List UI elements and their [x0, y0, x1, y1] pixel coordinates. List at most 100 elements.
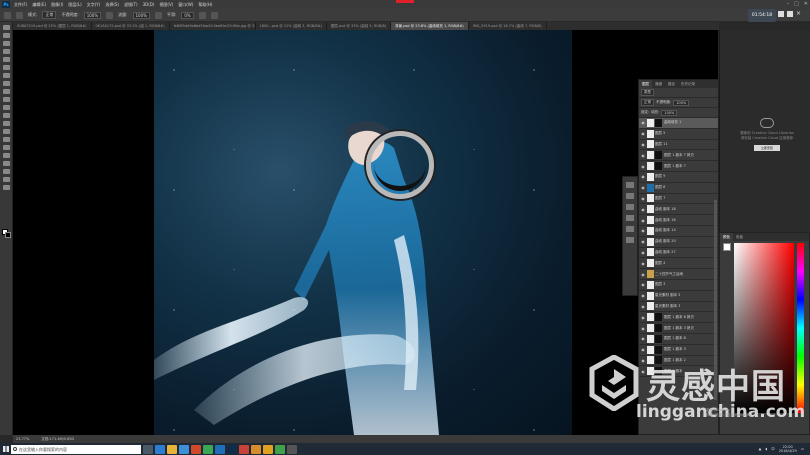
background-color-swatch[interactable]: [5, 232, 11, 238]
layer-mask-thumbnail[interactable]: [655, 345, 662, 354]
flow-input[interactable]: 100%: [132, 11, 150, 19]
doc-tab[interactable]: 0K1A0172.psd @ 33.3% (组 1, RGB/8#): [92, 22, 170, 30]
visibility-eye-icon[interactable]: ◉: [639, 174, 647, 179]
hue-slider[interactable]: [797, 243, 804, 413]
visibility-eye-icon[interactable]: ◉: [639, 164, 647, 169]
menu-type[interactable]: 文字(Y): [87, 2, 101, 8]
visibility-eye-icon[interactable]: ◉: [639, 153, 647, 158]
move-tool-icon[interactable]: [2, 25, 10, 30]
menu-help[interactable]: 帮助(H): [198, 2, 212, 8]
adjustments-icon[interactable]: [626, 193, 634, 199]
visibility-eye-icon[interactable]: ◉: [639, 142, 647, 147]
zoom-level[interactable]: 23.77%: [16, 437, 29, 441]
layer-mask-thumbnail[interactable]: [655, 162, 662, 171]
taskbar-clock[interactable]: 22:00 2018/4/29: [779, 445, 797, 454]
layer-opacity-input[interactable]: 100%: [673, 99, 690, 106]
zoom-tool-icon[interactable]: [2, 177, 10, 182]
lasso-tool-icon[interactable]: [2, 41, 10, 46]
airbrush-icon[interactable]: [154, 11, 162, 19]
visibility-eye-icon[interactable]: ◉: [639, 326, 647, 331]
app-icon[interactable]: [191, 444, 201, 454]
gradient-tool-icon[interactable]: [2, 113, 10, 118]
task-view-icon[interactable]: [143, 444, 153, 454]
layer-mask-thumbnail[interactable]: [655, 313, 662, 322]
layer-mask-thumbnail[interactable]: [655, 151, 662, 160]
wechat-icon[interactable]: [275, 444, 285, 454]
crop-tool-icon[interactable]: [2, 57, 10, 62]
visibility-eye-icon[interactable]: ◉: [639, 293, 647, 298]
close-recorder-icon[interactable]: ×: [796, 11, 802, 17]
swatches-icon[interactable]: [626, 204, 634, 210]
close-icon[interactable]: ✕: [804, 1, 808, 7]
doc-tab[interactable]: fe8f85dd9a8bd5faa2fc3be69a37c9bb.jpg @ 3…: [170, 22, 256, 30]
layer-mask-thumbnail[interactable]: [655, 118, 662, 127]
file-explorer-icon[interactable]: [167, 444, 177, 454]
ime-indicator[interactable]: 中: [771, 447, 775, 452]
layer-row[interactable]: ◉ 图层 1 副本 3: [639, 345, 718, 356]
layer-mask-thumbnail[interactable]: [655, 324, 662, 333]
layer-mask-thumbnail[interactable]: [655, 334, 662, 343]
tab-swatches[interactable]: 色板: [733, 233, 746, 241]
blur-tool-icon[interactable]: [2, 121, 10, 126]
cc-install-button[interactable]: 立即安装: [754, 145, 780, 151]
type-tool-icon[interactable]: [2, 145, 10, 150]
tab-color[interactable]: 颜色: [720, 233, 733, 241]
layer-row[interactable]: ◉ 曲线 副本 27: [639, 248, 718, 259]
visibility-eye-icon[interactable]: ◉: [639, 131, 647, 136]
visibility-eye-icon[interactable]: ◉: [639, 239, 647, 244]
visibility-eye-icon[interactable]: ◉: [639, 304, 647, 309]
doc-tab[interactable]: IMG_5919.psd @ 16.7% (曲线 7, RGB/8): [469, 22, 547, 30]
visibility-eye-icon[interactable]: ◉: [639, 315, 647, 320]
layer-row[interactable]: ◉ 图层 1 副本 3 拷贝: [639, 323, 718, 334]
eraser-tool-icon[interactable]: [2, 105, 10, 110]
pause-icon[interactable]: [778, 11, 784, 17]
history-brush-tool-icon[interactable]: [2, 97, 10, 102]
tab-layers[interactable]: 图层: [639, 80, 652, 88]
visibility-eye-icon[interactable]: ◉: [639, 218, 647, 223]
visibility-eye-icon[interactable]: ◉: [639, 250, 647, 255]
smooth-input[interactable]: 0%: [181, 11, 194, 19]
layer-row[interactable]: ◉ 曲线 副本 18: [639, 204, 718, 216]
visibility-eye-icon[interactable]: ◉: [639, 282, 647, 287]
volume-icon[interactable]: ◖: [765, 447, 767, 451]
app-icon[interactable]: [287, 444, 297, 454]
path-select-tool-icon[interactable]: [2, 153, 10, 158]
menu-window[interactable]: 窗口(W): [178, 2, 193, 8]
doc-tab[interactable]: 0U8A7219.psd @ 25% (图层 1, RGB/8#): [13, 22, 92, 30]
layer-row[interactable]: ◉ 二十四节气之谷雨: [639, 269, 718, 280]
brush-tool-icon[interactable]: [4, 11, 11, 19]
visibility-eye-icon[interactable]: ◉: [639, 228, 647, 233]
maximize-icon[interactable]: □: [794, 1, 799, 7]
opacity-input[interactable]: 100%: [83, 11, 102, 19]
store-icon[interactable]: [179, 444, 189, 454]
layer-row[interactable]: ◉ 曲线 副本 20: [639, 237, 718, 248]
properties-icon[interactable]: [626, 182, 634, 188]
menu-layer[interactable]: 图层(L): [68, 2, 81, 8]
clone-stamp-tool-icon[interactable]: [2, 89, 10, 94]
stop-icon[interactable]: [787, 11, 793, 17]
network-icon[interactable]: ▲: [759, 447, 762, 451]
document-canvas[interactable]: [154, 30, 572, 435]
edge-icon[interactable]: [155, 444, 165, 454]
layer-row[interactable]: ◉ 图层 1 副本 7: [639, 161, 718, 172]
menu-file[interactable]: 文件(F): [14, 2, 27, 8]
tab-paths[interactable]: 路径: [665, 80, 678, 88]
mode-select[interactable]: 正常: [42, 11, 57, 19]
doc-tab[interactable]: 1600...psd @ 21% (曲线 3, RGB/8#): [256, 22, 327, 30]
layer-row[interactable]: ◉ 星光素材 副本 3: [639, 302, 718, 313]
layer-row[interactable]: ◉ 图层 4: [639, 258, 718, 270]
visibility-eye-icon[interactable]: ◉: [639, 261, 647, 266]
character-icon[interactable]: [626, 237, 634, 243]
layer-row[interactable]: ◉ 星光素材 副本 5: [639, 291, 718, 302]
hand-tool-icon[interactable]: [2, 169, 10, 174]
blend-mode-select[interactable]: 正常: [641, 99, 654, 106]
visibility-eye-icon[interactable]: ◉: [639, 196, 647, 201]
notifications-icon[interactable]: ▭: [801, 447, 804, 451]
layer-row[interactable]: ◉ 图层 7: [639, 194, 718, 205]
menu-view[interactable]: 视图(V): [159, 2, 173, 8]
tab-history[interactable]: 历史记录: [678, 80, 698, 88]
layer-kind-filter[interactable]: 类型: [641, 89, 654, 96]
eyedropper-tool-icon[interactable]: [2, 65, 10, 70]
visibility-eye-icon[interactable]: ◉: [639, 207, 647, 212]
healing-brush-tool-icon[interactable]: [2, 73, 10, 78]
